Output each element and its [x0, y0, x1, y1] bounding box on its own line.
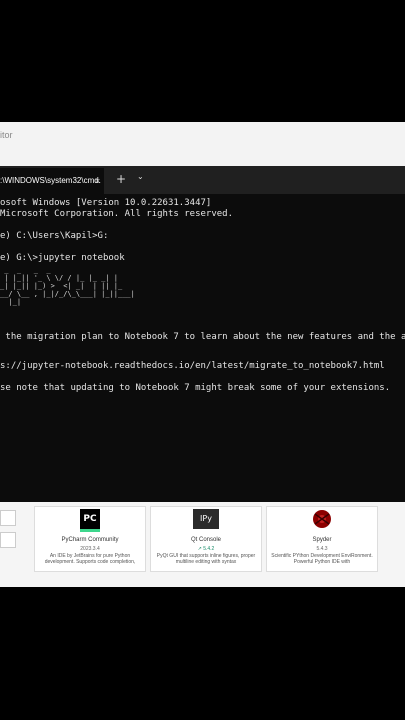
sidebar-control[interactable] — [0, 532, 16, 548]
terminal-line: se note that updating to Notebook 7 migh… — [0, 383, 391, 393]
terminal-line: osoft Windows [Version 10.0.22631.3447] — [0, 198, 212, 208]
terminal-line: s://jupyter-notebook.readthedocs.io/en/l… — [0, 361, 385, 371]
background-window-title: itor — [0, 130, 13, 140]
app-description: PyQt GUI that supports inline figures, p… — [156, 553, 256, 565]
new-tab-button[interactable]: + — [116, 172, 126, 186]
app-name: Qt Console — [190, 537, 221, 543]
app-name: Spyder — [312, 537, 332, 543]
app-version: 5.4.3 — [316, 546, 328, 552]
close-tab-icon[interactable]: × — [95, 168, 100, 194]
pycharm-icon: PC — [80, 509, 100, 532]
terminal-tab[interactable]: :\WINDOWS\system32\cmd. × — [0, 168, 104, 194]
desktop-screen: itor :\WINDOWS\system32\cmd. × + ⌄ osoft… — [0, 122, 405, 587]
app-name: PyCharm Community — [61, 537, 119, 543]
terminal-window[interactable]: :\WINDOWS\system32\cmd. × + ⌄ osoft Wind… — [0, 166, 405, 506]
app-card-spyder[interactable]: Spyder 5.4.3 Scientific PYthon Developme… — [266, 506, 378, 572]
tab-dropdown-icon[interactable]: ⌄ — [137, 172, 144, 181]
qtconsole-icon: IPy — [193, 509, 219, 529]
app-card-qtconsole[interactable]: IPy Qt Console ↗ 5.4.2 PyQt GUI that sup… — [150, 506, 262, 572]
app-version: 2023.3.4 — [80, 546, 100, 552]
app-card-pycharm[interactable]: PC PyCharm Community 2023.3.4 An IDE by … — [34, 506, 146, 572]
terminal-output[interactable]: osoft Windows [Version 10.0.22631.3447] … — [0, 194, 405, 506]
navigator-apps-area: PC PyCharm Community 2023.3.4 An IDE by … — [0, 502, 405, 587]
app-description: An IDE by JetBrains for pure Python deve… — [44, 553, 136, 565]
terminal-line: e) G:\>jupyter notebook — [0, 253, 125, 263]
terminal-line: Microsoft Corporation. All rights reserv… — [0, 209, 233, 219]
app-version: ↗ 5.4.2 — [197, 546, 215, 552]
terminal-line: e) C:\Users\Kapil>G: — [0, 231, 109, 241]
app-description: Scientific PYthon Development EnviRonmen… — [271, 553, 373, 565]
terminal-tab-title: :\WINDOWS\system32\cmd. — [0, 176, 101, 185]
spyder-icon — [312, 509, 332, 529]
jupyter-ascii-art: _ _ _ _ | |_|| '_ \ \/ / |_ |_ _| | _| |… — [0, 266, 135, 306]
terminal-line: the migration plan to Notebook 7 to lear… — [0, 332, 405, 342]
terminal-tab-bar: :\WINDOWS\system32\cmd. × + ⌄ — [0, 166, 405, 194]
sidebar-control[interactable] — [0, 510, 16, 526]
